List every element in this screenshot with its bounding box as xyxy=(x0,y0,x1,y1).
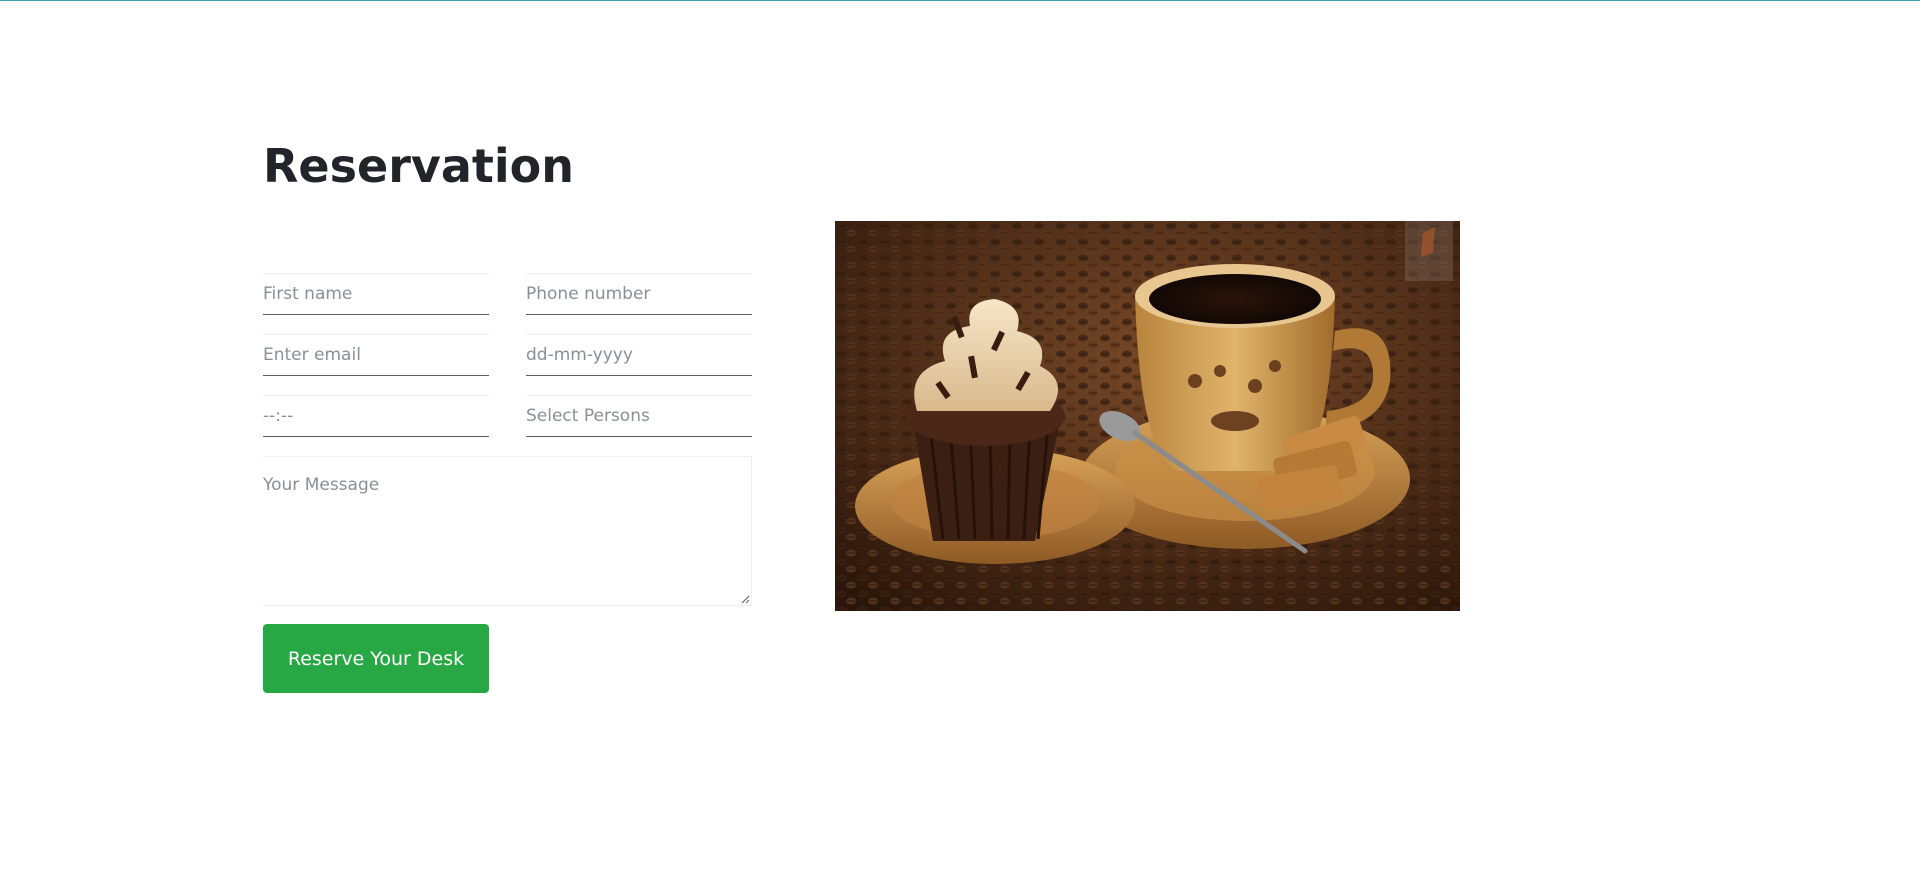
top-accent-line xyxy=(0,0,1920,1)
phone-number-input[interactable] xyxy=(526,273,752,315)
persons-select[interactable] xyxy=(526,395,752,437)
time-input[interactable] xyxy=(263,395,489,437)
message-textarea[interactable] xyxy=(263,456,752,606)
resize-grip-icon[interactable] xyxy=(740,594,750,604)
page-title: Reservation xyxy=(263,139,575,193)
date-input[interactable] xyxy=(526,334,752,376)
email-input[interactable] xyxy=(263,334,489,376)
reserve-desk-button[interactable]: Reserve Your Desk xyxy=(263,624,489,693)
first-name-input[interactable] xyxy=(263,273,489,315)
coffee-photo xyxy=(835,221,1460,611)
